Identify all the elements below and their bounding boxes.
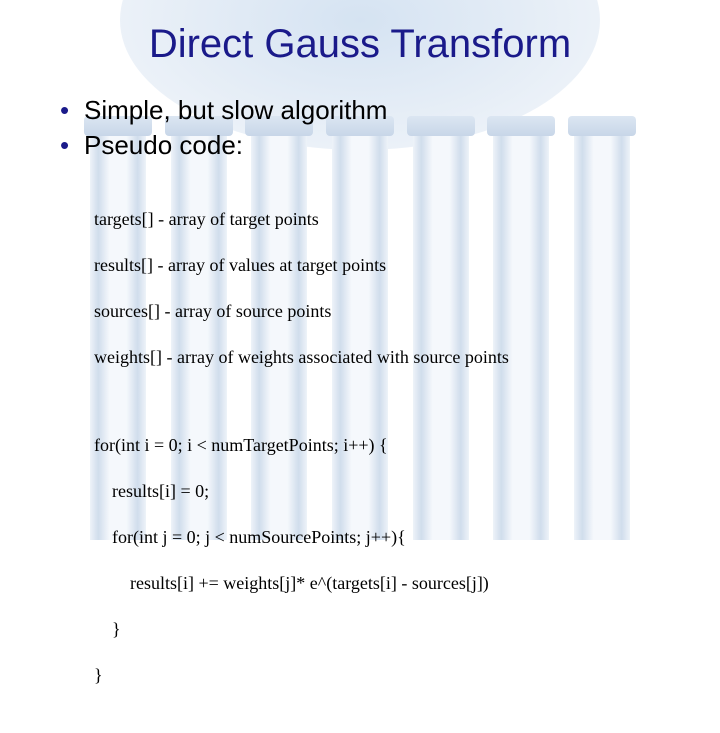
code-line: for(int i = 0; i < numTargetPoints; i++)…: [94, 434, 670, 457]
bullet-item: Pseudo code:: [58, 128, 670, 163]
code-line: results[i] += weights[j]* e^(targets[i] …: [94, 572, 670, 595]
pseudo-code-block: targets[] - array of target points resul…: [94, 185, 670, 733]
code-line: weights[] - array of weights associated …: [94, 346, 670, 369]
code-line: for(int j = 0; j < numSourcePoints; j++)…: [94, 526, 670, 549]
bullet-item: Simple, but slow algorithm: [58, 93, 670, 128]
code-line: sources[] - array of source points: [94, 300, 670, 323]
slide-content: Direct Gauss Transform Simple, but slow …: [0, 0, 720, 733]
slide-title: Direct Gauss Transform: [50, 22, 670, 67]
code-line: results[] - array of values at target po…: [94, 254, 670, 277]
code-line: }: [94, 618, 670, 641]
code-line: targets[] - array of target points: [94, 208, 670, 231]
code-line: results[i] = 0;: [94, 480, 670, 503]
bullet-list: Simple, but slow algorithm Pseudo code:: [58, 93, 670, 163]
code-line: }: [94, 664, 670, 687]
